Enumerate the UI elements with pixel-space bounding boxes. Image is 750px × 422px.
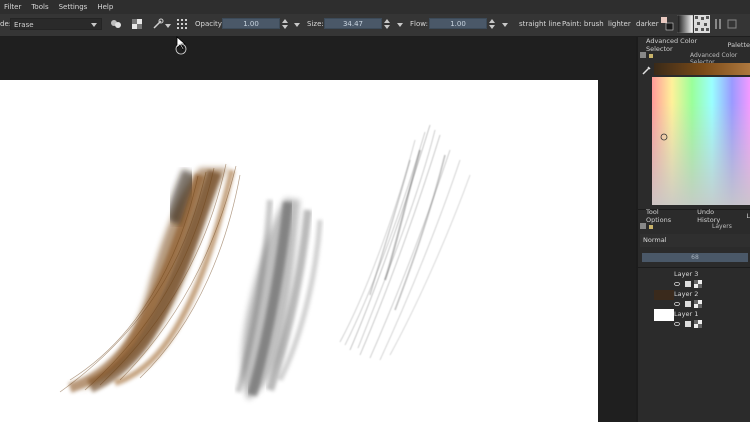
color-swap-icon[interactable] — [660, 16, 674, 32]
tab-undo-history[interactable]: Undo History — [697, 208, 736, 224]
layer-name[interactable]: Layer 1 — [674, 310, 698, 318]
light-grey-stroke — [339, 124, 471, 361]
layer-blend-mode-value: Normal — [643, 236, 667, 244]
layer-row[interactable]: Layer 3 — [640, 269, 750, 289]
drawing-canvas[interactable] — [0, 80, 598, 422]
layer-blend-mode-dropdown[interactable]: Normal — [640, 234, 750, 247]
brush-toolbar: de: Erase Opacity: 1.00 Size: 34.47 Flow… — [0, 14, 750, 37]
chevron-down-icon[interactable] — [294, 23, 300, 27]
layer-thumbnail — [654, 309, 674, 321]
color-history-bar[interactable] — [654, 63, 750, 75]
tab-extra[interactable]: L — [746, 212, 750, 220]
float-icon[interactable] — [640, 223, 646, 229]
gradient-preset-icon[interactable] — [677, 15, 693, 33]
chevron-down-icon[interactable] — [502, 23, 508, 27]
blend-mode-dropdown[interactable]: Erase — [10, 18, 102, 30]
size-slider[interactable]: 34.47 — [324, 18, 382, 29]
color-picker-marker-icon[interactable] — [660, 133, 668, 141]
layer-row[interactable]: Layer 1 — [640, 309, 750, 329]
tab-palette[interactable]: Palette — [727, 41, 750, 49]
brush-strokes-artwork — [59, 124, 471, 400]
right-dock: Advanced Color Selector Palette Advanced… — [636, 37, 750, 422]
opacity-spin-icon[interactable] — [282, 18, 288, 30]
layers-panel-title: Layers — [712, 223, 732, 230]
layer-row[interactable]: Layer 2 — [640, 289, 750, 309]
paint-brush-label[interactable]: Paint: brush — [562, 20, 604, 28]
layer-opacity-value: 68 — [691, 254, 699, 261]
straight-line-label[interactable]: straight line — [519, 20, 561, 28]
layer-thumbnail — [654, 270, 674, 280]
layer-thumbnail — [654, 290, 674, 300]
tab-tool-options[interactable]: Tool Options — [646, 208, 683, 224]
docker-tabs: Tool Options Undo History L — [638, 208, 750, 224]
menu-bar: Filter Tools Settings Help — [0, 0, 750, 14]
flow-label: Flow: — [410, 20, 428, 28]
menu-help[interactable]: Help — [97, 3, 113, 11]
darker-label[interactable]: darker — [636, 20, 659, 28]
dark-grey-stroke — [235, 198, 323, 400]
blend-mode-value: Erase — [14, 21, 34, 29]
mouse-cursor-icon — [175, 36, 187, 55]
lock-icon[interactable] — [648, 223, 654, 229]
divider — [638, 267, 750, 268]
layer-name[interactable]: Layer 2 — [674, 290, 698, 298]
preserve-alpha-icon[interactable] — [131, 18, 143, 30]
pattern-preset-icon[interactable] — [694, 15, 710, 33]
tab-advanced-color-selector[interactable]: Advanced Color Selector — [646, 37, 715, 53]
layer-opacity-slider[interactable]: 68 — [642, 253, 748, 262]
eraser-mode-icon[interactable] — [110, 18, 122, 30]
grid-icon[interactable] — [176, 18, 188, 30]
size-label: Size: — [307, 20, 324, 28]
opacity-slider[interactable]: 1.00 — [222, 18, 280, 29]
eyedropper-icon[interactable] — [642, 65, 652, 75]
pause-icon[interactable] — [714, 18, 722, 30]
menu-filter[interactable]: Filter — [4, 3, 21, 11]
lighter-label[interactable]: lighter — [608, 20, 631, 28]
chevron-down-icon[interactable] — [397, 23, 403, 27]
opacity-label: Opacity: — [195, 20, 224, 28]
flow-slider[interactable]: 1.00 — [429, 18, 487, 29]
flow-spin-icon[interactable] — [489, 18, 495, 30]
layer-name[interactable]: Layer 3 — [674, 270, 698, 278]
menu-settings[interactable]: Settings — [59, 3, 88, 11]
color-tabs: Advanced Color Selector Palette — [638, 37, 750, 53]
toolbar-extra-icon[interactable] — [727, 18, 737, 30]
lock-icon[interactable] — [648, 52, 654, 58]
layer-visibility-icon[interactable] — [674, 280, 704, 288]
chevron-down-icon[interactable] — [165, 24, 171, 28]
size-spin-icon[interactable] — [384, 18, 390, 30]
brown-hair-stroke — [59, 163, 241, 393]
layer-visibility-icon[interactable] — [674, 320, 704, 328]
layer-visibility-icon[interactable] — [674, 300, 704, 308]
menu-tools[interactable]: Tools — [31, 3, 48, 11]
wrench-icon[interactable] — [152, 18, 164, 30]
chevron-down-icon — [91, 23, 97, 27]
color-wheel-area[interactable] — [652, 77, 750, 205]
float-icon[interactable] — [640, 52, 646, 58]
